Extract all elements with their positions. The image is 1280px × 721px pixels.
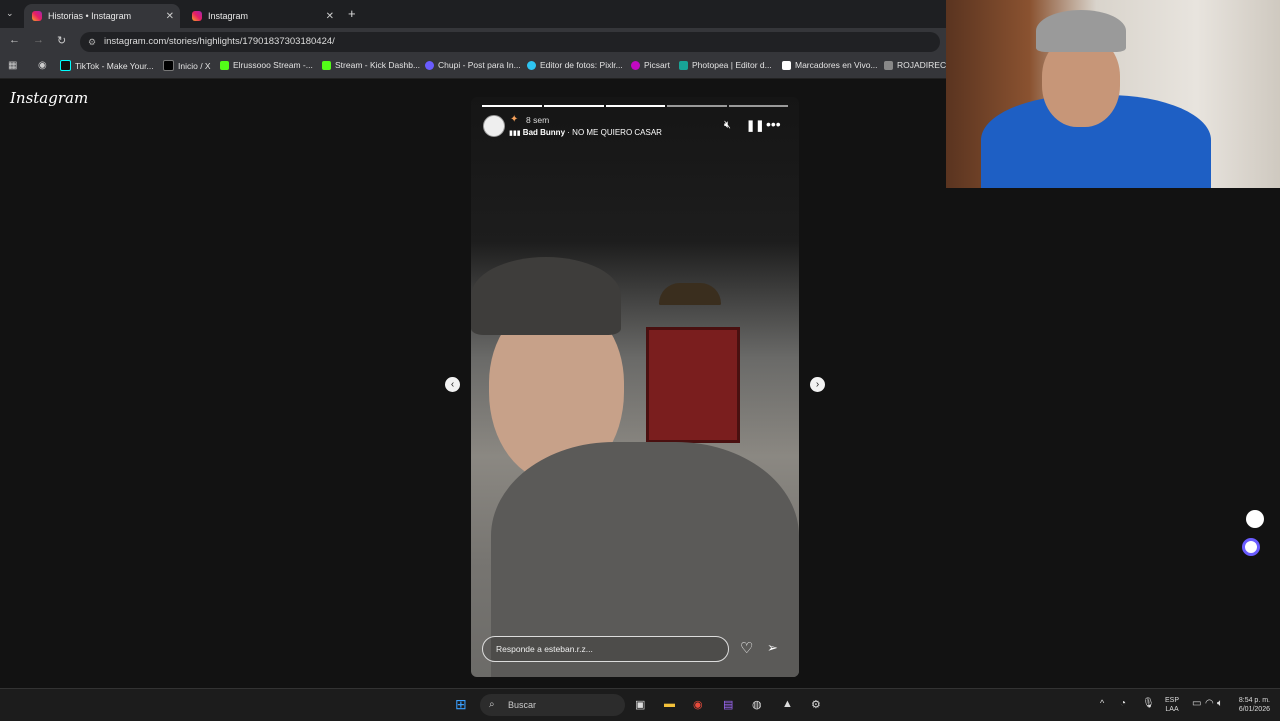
apps-grid-icon[interactable]: ▦ bbox=[8, 60, 17, 71]
music-artist: Bad Bunny bbox=[522, 128, 566, 137]
url-text: instagram.com/stories/highlights/1790183… bbox=[104, 36, 335, 47]
story-progress-segment bbox=[544, 105, 604, 107]
site-info-icon[interactable]: ⚙ bbox=[88, 32, 96, 52]
mic-icon[interactable]: 🎙︎ bbox=[1142, 698, 1155, 709]
avatar[interactable] bbox=[483, 115, 505, 137]
close-tab-icon[interactable]: ✕ bbox=[326, 11, 334, 22]
music-separator: · bbox=[567, 128, 570, 137]
x-icon bbox=[163, 60, 174, 71]
tab-list-chevron-icon[interactable]: ⌄ bbox=[6, 8, 14, 19]
back-icon[interactable]: ← bbox=[9, 34, 20, 46]
share-send-icon[interactable]: ➢ bbox=[767, 640, 778, 656]
music-bars-icon: ▮▮▮ bbox=[509, 130, 521, 137]
bookmark-elrussooo[interactable]: Elrussooo Stream -... bbox=[220, 60, 313, 70]
pause-icon[interactable]: ❚❚ bbox=[746, 119, 764, 132]
bookmark-picsart[interactable]: Picsart bbox=[631, 60, 670, 70]
pixlr-icon bbox=[527, 60, 536, 70]
streamer-cap bbox=[1036, 10, 1126, 52]
tiktok-icon bbox=[60, 60, 71, 71]
reload-icon[interactable]: ↻ bbox=[57, 34, 66, 47]
close-tab-icon[interactable]: ✕ bbox=[166, 11, 174, 22]
chrome-taskbar-icon[interactable]: ◉ bbox=[693, 698, 703, 711]
bookmarks-bar: ▦ ◉ TikTok - Make Your... Inicio / X Elr… bbox=[0, 56, 956, 79]
extension-floating-icon[interactable] bbox=[1246, 510, 1264, 528]
chrome-icon[interactable]: ◉ bbox=[38, 60, 47, 71]
fridge bbox=[646, 327, 740, 443]
app-triangle-icon[interactable]: ▲ bbox=[782, 698, 793, 710]
story-progress-segment bbox=[606, 105, 665, 107]
kick-icon bbox=[322, 60, 331, 70]
picsart-icon bbox=[631, 60, 640, 70]
highlight-sparkle-icon: ✦ bbox=[510, 114, 519, 125]
mute-icon[interactable]: 🔇︎ bbox=[724, 119, 731, 132]
instagram-favicon-icon bbox=[32, 11, 42, 21]
bookmark-x[interactable]: Inicio / X bbox=[163, 60, 211, 71]
next-story-button[interactable]: › bbox=[810, 377, 825, 392]
forward-icon[interactable]: → bbox=[33, 34, 44, 46]
bookmark-kick[interactable]: Stream - Kick Dashb... bbox=[322, 60, 420, 70]
like-heart-icon[interactable]: ♡ bbox=[740, 639, 753, 657]
tab-label: Historias • Instagram bbox=[48, 11, 132, 21]
person-cap bbox=[471, 257, 621, 335]
volume-icon[interactable]: 🔈︎ bbox=[1217, 698, 1223, 709]
bookmark-chupi[interactable]: Chupi - Post para In... bbox=[425, 60, 521, 70]
photopea-icon bbox=[679, 60, 688, 70]
display-icon[interactable]: ▭ bbox=[1192, 698, 1201, 709]
taskbar-search-input[interactable]: ⌕ Buscar bbox=[480, 694, 625, 716]
tab-bar: ⌄ Historias • Instagram ✕ Instagram ✕ + bbox=[0, 0, 946, 28]
obs-icon[interactable]: ◍ bbox=[752, 698, 762, 711]
network-icon[interactable]: ◔ bbox=[1120, 698, 1126, 709]
windows-start-icon[interactable]: ⊞ bbox=[455, 696, 467, 713]
story-progress-segment bbox=[667, 105, 727, 107]
address-row: ← → ↻ ⚙ instagram.com/stories/highlights… bbox=[0, 28, 946, 56]
bookmark-pixlr[interactable]: Editor de fotos: Pixlr... bbox=[527, 60, 623, 70]
wifi-icon[interactable]: ◠ bbox=[1205, 698, 1214, 709]
new-tab-icon[interactable]: + bbox=[348, 6, 356, 21]
more-options-icon[interactable]: ••• bbox=[766, 116, 781, 132]
instagram-logo[interactable]: Instagram bbox=[10, 89, 88, 107]
story-time: 8 sem bbox=[526, 115, 550, 125]
url-input[interactable]: ⚙ instagram.com/stories/highlights/17901… bbox=[80, 32, 940, 52]
story-progress-segment bbox=[482, 105, 542, 107]
clapper-app-icon[interactable]: ▤ bbox=[723, 698, 733, 711]
bookmark-tiktok[interactable]: TikTok - Make Your... bbox=[60, 60, 154, 71]
app-settings-icon[interactable]: ⚙ bbox=[811, 698, 821, 711]
story-viewer[interactable]: ✦ 8 sem ▮▮▮ Bad Bunny · NO ME QUIERO CAS… bbox=[471, 97, 799, 677]
file-explorer-icon[interactable]: ▬ bbox=[664, 698, 675, 710]
windows-taskbar: ⊞ ⌕ Buscar ▣ ▬ ◉ ▤ ◍ ▲ ⚙ ^ ◔ 🎙︎ ESP LAA … bbox=[0, 688, 1280, 721]
assistant-floating-icon[interactable] bbox=[1242, 538, 1260, 556]
music-label[interactable]: ▮▮▮ Bad Bunny · NO ME QUIERO CASAR bbox=[509, 128, 662, 137]
tab-instagram[interactable]: Instagram ✕ bbox=[184, 4, 340, 28]
tab-label: Instagram bbox=[208, 11, 249, 21]
rojadirecta-icon bbox=[884, 60, 893, 70]
bookmark-marcadores[interactable]: Marcadores en Vivo... bbox=[782, 60, 878, 70]
search-icon: ⌕ bbox=[489, 699, 495, 710]
language-indicator[interactable]: ESP LAA bbox=[1165, 696, 1179, 714]
ceiling-lamp bbox=[659, 283, 721, 305]
task-view-icon[interactable]: ▣ bbox=[635, 698, 645, 711]
instagram-favicon-icon bbox=[192, 11, 202, 21]
chupi-icon bbox=[425, 60, 434, 70]
clock[interactable]: 8:54 p. m. 6/01/2026 bbox=[1228, 696, 1270, 714]
marcadores-icon bbox=[782, 60, 791, 70]
webcam-overlay bbox=[946, 0, 1280, 188]
reply-input[interactable]: Responde a esteban.r.z... bbox=[482, 636, 729, 662]
bookmark-photopea[interactable]: Photopea | Editor d... bbox=[679, 60, 772, 70]
music-title: NO ME QUIERO CASAR bbox=[572, 128, 662, 137]
tray-chevron-icon[interactable]: ^ bbox=[1100, 698, 1104, 708]
tab-historias[interactable]: Historias • Instagram ✕ bbox=[24, 4, 180, 28]
kick-icon bbox=[220, 60, 229, 70]
story-progress-segment bbox=[729, 105, 788, 107]
previous-story-button[interactable]: ‹ bbox=[445, 377, 460, 392]
